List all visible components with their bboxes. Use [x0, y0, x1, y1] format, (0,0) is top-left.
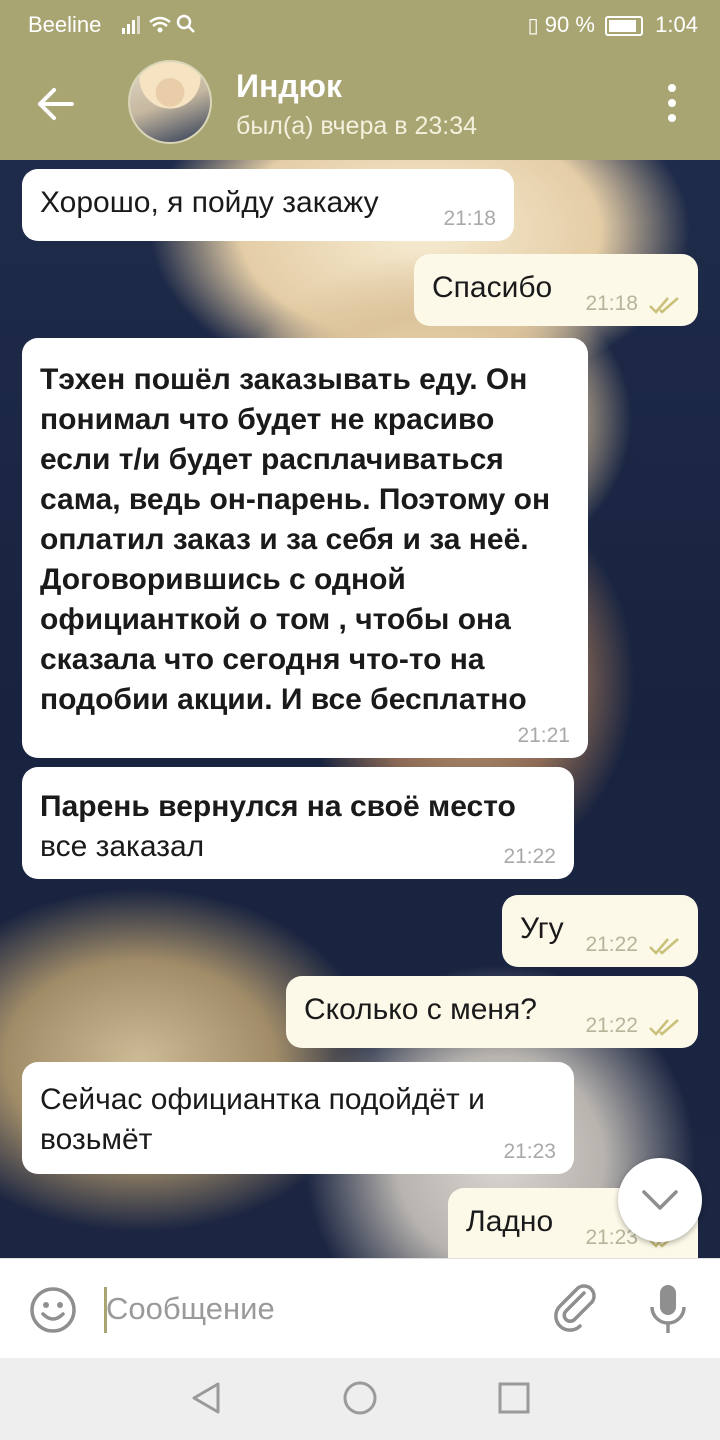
paperclip-icon — [554, 1284, 596, 1332]
microphone-icon — [650, 1285, 686, 1333]
chat-area[interactable]: Хорошо, я пойду закажу 21:18 Спасибо 21:… — [0, 160, 720, 1258]
chevron-down-icon — [642, 1190, 678, 1210]
double-check-icon — [649, 1019, 679, 1036]
emoji-button[interactable] — [28, 1285, 78, 1335]
message-text: Сейчас официантка подойдёт и возьмёт — [40, 1083, 485, 1156]
nav-home-button[interactable] — [340, 1378, 380, 1418]
vibrate-icon: ▯ — [527, 15, 539, 37]
status-right: ▯ 90 % 1:04 — [528, 12, 698, 38]
triangle-back-icon — [192, 1382, 220, 1414]
message-bubble[interactable]: Угу 21:22 — [502, 895, 698, 967]
message-time: 21:18 — [585, 292, 638, 315]
more-menu-button[interactable] — [656, 84, 688, 128]
message-time: 21:22 — [585, 933, 638, 956]
message-time: 21:22 — [503, 845, 556, 868]
contact-name[interactable]: Индюк — [236, 68, 342, 105]
signal-icon — [122, 14, 195, 34]
message-time: 21:21 — [517, 724, 570, 747]
message-text-bold: Парень вернулся на своё место — [40, 790, 516, 823]
message-bubble[interactable]: Хорошо, я пойду закажу 21:18 — [22, 169, 514, 241]
scroll-to-bottom-button[interactable] — [618, 1158, 702, 1242]
message-time: 21:22 — [585, 1014, 638, 1037]
message-text: Спасибо — [432, 271, 553, 304]
double-check-icon — [649, 938, 679, 955]
more-vert-icon — [668, 84, 676, 92]
chat-header: Индюк был(а) вчера в 23:34 — [0, 48, 720, 160]
nav-recents-button[interactable] — [496, 1380, 532, 1416]
nav-back-button[interactable] — [186, 1378, 226, 1418]
message-bubble[interactable]: Спасибо 21:18 — [414, 254, 698, 326]
system-nav-bar — [0, 1358, 720, 1440]
attach-button[interactable] — [550, 1283, 602, 1335]
message-time: 21:23 — [503, 1140, 556, 1163]
message-bubble[interactable]: Сколько с меня? 21:22 — [286, 976, 698, 1048]
status-bar: Beeline ▯ 90 % 1:04 — [0, 0, 720, 48]
microphone-button[interactable] — [644, 1281, 692, 1337]
message-time: 21:18 — [443, 207, 496, 230]
battery-icon — [605, 16, 644, 37]
last-seen-status: был(а) вчера в 23:34 — [236, 112, 478, 140]
avatar[interactable] — [128, 60, 212, 144]
message-input[interactable] — [106, 1283, 526, 1335]
clock: 1:04 — [655, 12, 698, 37]
double-check-icon — [649, 297, 679, 314]
message-text: Хорошо, я пойду закажу — [40, 186, 379, 219]
signal-wifi-icons — [120, 12, 200, 42]
message-text: все заказал — [40, 830, 205, 863]
arrow-left-icon — [38, 88, 74, 120]
square-recents-icon — [498, 1382, 530, 1414]
battery-percent: 90 % — [544, 12, 595, 37]
message-text: Тэхен пошёл заказывать еду. Он понимал ч… — [40, 363, 551, 716]
message-bubble[interactable]: Парень вернулся на своё место все заказа… — [22, 767, 574, 879]
message-bubble[interactable]: Тэхен пошёл заказывать еду. Он понимал ч… — [22, 338, 588, 758]
circle-home-icon — [343, 1381, 377, 1415]
message-composer — [0, 1258, 720, 1359]
smiley-icon — [30, 1287, 76, 1333]
carrier-label: Beeline — [28, 12, 102, 37]
back-button[interactable] — [30, 78, 82, 130]
message-bubble[interactable]: Сейчас официантка подойдёт и возьмёт 21:… — [22, 1062, 574, 1174]
